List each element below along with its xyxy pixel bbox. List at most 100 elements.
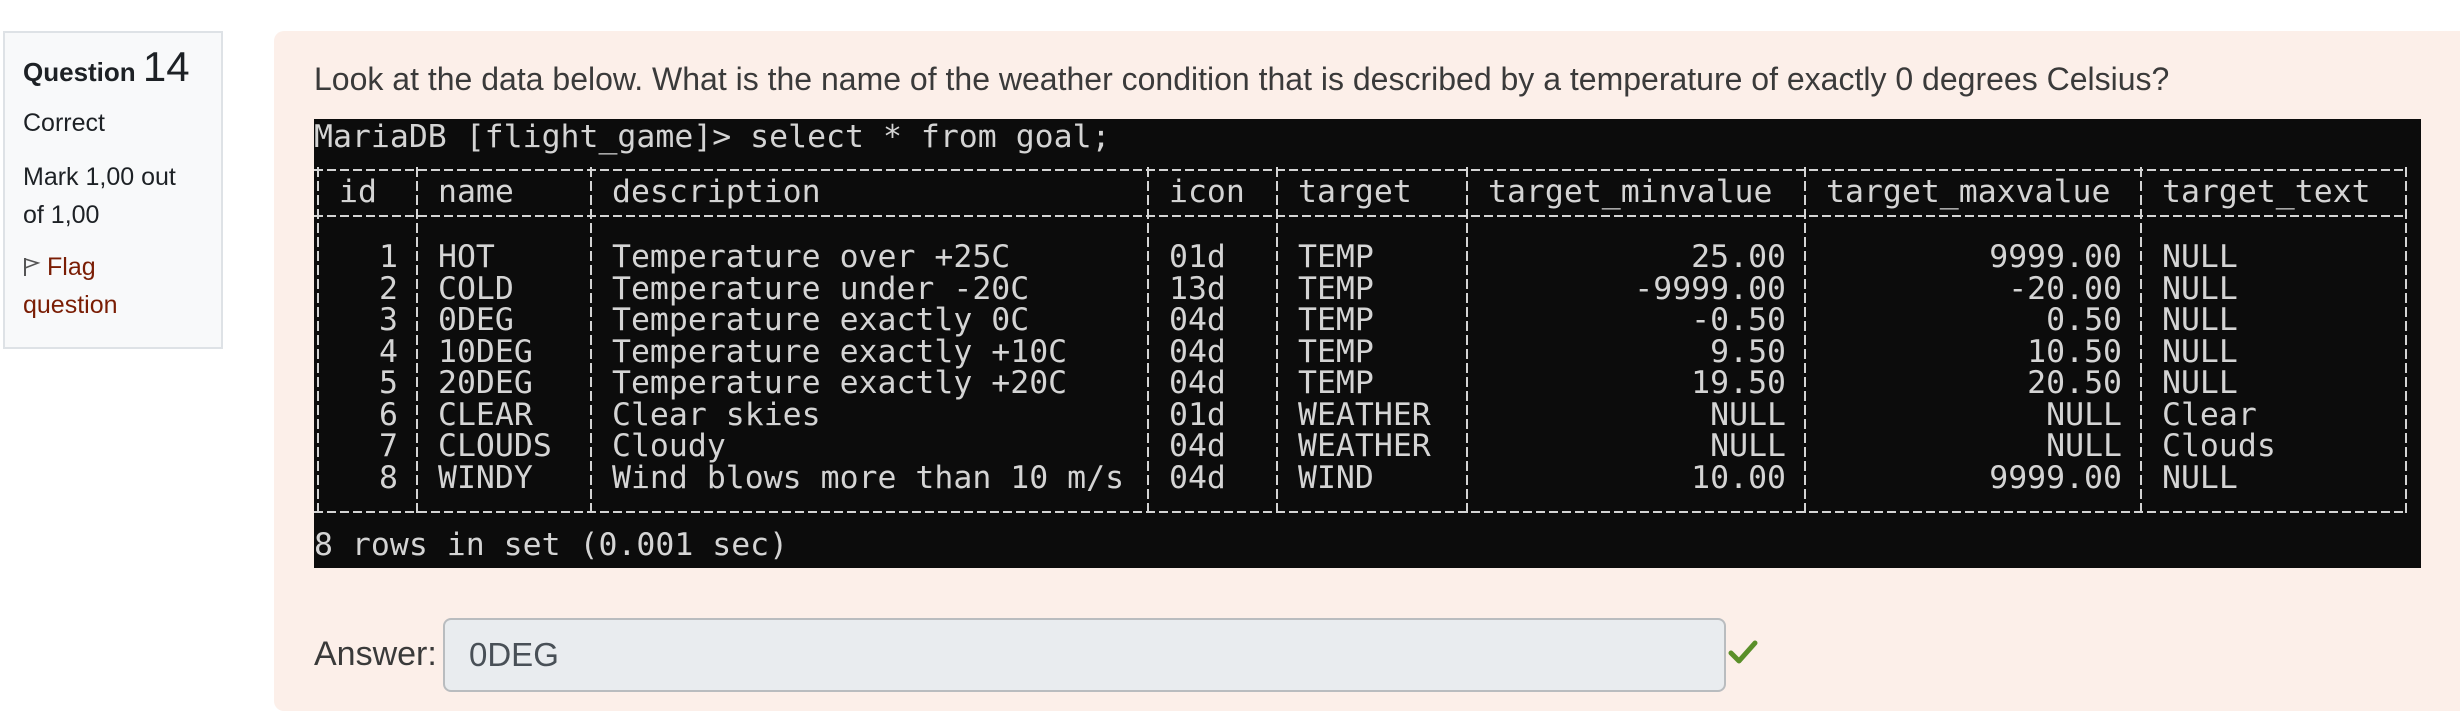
table-cell-icon: 13d — [1169, 271, 1226, 307]
table-cell-id: 1 — [379, 239, 398, 275]
flag-label-line-1[interactable]: Flag — [47, 253, 96, 281]
table-cell-icon: 01d — [1169, 239, 1226, 275]
table-cell-icon: 01d — [1169, 397, 1226, 433]
table-cell-target-maxvalue: NULL — [2046, 428, 2122, 464]
flag-question-link[interactable]: Flag question — [23, 248, 203, 324]
answer-label: Answer: — [314, 635, 437, 673]
question-formulation: Look at the data below. What is the name… — [274, 31, 2460, 711]
table-cell-target-maxvalue: NULL — [2046, 397, 2122, 433]
table-cell-target-minvalue: 19.50 — [1691, 365, 1786, 401]
table-cell-target: WEATHER — [1298, 428, 1431, 464]
terminal-footer: 8 rows in set (0.001 sec) — [314, 527, 789, 563]
table-border-vertical — [1276, 167, 1278, 517]
table-cell-target-minvalue: 25.00 — [1691, 239, 1786, 275]
result-table: id name description icon target target_minval… — [314, 167, 2421, 517]
question-number: 14 — [142, 43, 190, 90]
table-cell-name: WINDY — [438, 460, 533, 496]
table-cell-icon: 04d — [1169, 365, 1226, 401]
table-cell-id: 3 — [379, 302, 398, 338]
table-cell-target-maxvalue: -20.00 — [2008, 271, 2122, 307]
table-cell-target-minvalue: 10.00 — [1691, 460, 1786, 496]
table-cell-description: Temperature over +25C — [612, 239, 1011, 275]
table-cell-target: TEMP — [1298, 271, 1374, 307]
terminal-command: MariaDB [flight_game]> select * from goa… — [314, 119, 1111, 155]
question-info-panel: Question 14 Correct Mark 1,00 out of 1,0… — [3, 31, 223, 349]
table-cell-target-minvalue: -0.50 — [1691, 302, 1786, 338]
table-border-vertical — [416, 167, 418, 517]
table-cell-name: CLEAR — [438, 397, 533, 433]
table-cell-description: Temperature exactly +20C — [612, 365, 1068, 401]
table-border-vertical — [2405, 167, 2407, 517]
table-border-vertical — [2140, 167, 2142, 517]
flag-label-line-2[interactable]: question — [23, 286, 203, 324]
table-cell-target: TEMP — [1298, 334, 1374, 370]
table-border-horizontal — [314, 215, 2407, 217]
table-cell-target-text: Clouds — [2162, 428, 2276, 464]
table-border-horizontal — [314, 169, 2407, 171]
table-cell-target-text: NULL — [2162, 271, 2238, 307]
table-cell-description: Wind blows more than 10 m/s — [612, 460, 1125, 496]
table-cell-name: HOT — [438, 239, 495, 275]
table-cell-target-text: NULL — [2162, 334, 2238, 370]
answer-input[interactable]: 0DEG — [443, 618, 1726, 692]
table-cell-name: 20DEG — [438, 365, 533, 401]
table-cell-target-minvalue: NULL — [1710, 397, 1786, 433]
table-cell-target-minvalue: NULL — [1710, 428, 1786, 464]
table-cell-target-maxvalue: 9999.00 — [1989, 460, 2122, 496]
table-border-vertical — [590, 167, 592, 517]
table-header-description: description — [612, 174, 821, 210]
grade-line-2: of 1,00 — [23, 201, 100, 229]
table-cell-description: Temperature under -20C — [612, 271, 1030, 307]
table-cell-description: Temperature exactly +10C — [612, 334, 1068, 370]
table-header-icon: icon — [1169, 174, 1245, 210]
table-cell-id: 2 — [379, 271, 398, 307]
table-cell-icon: 04d — [1169, 460, 1226, 496]
flag-icon — [24, 258, 41, 276]
terminal-screenshot: MariaDB [flight_game]> select * from goa… — [314, 119, 2421, 568]
table-cell-target-minvalue: -9999.00 — [1634, 271, 1786, 307]
table-border-horizontal — [314, 511, 2407, 513]
table-cell-target-text: NULL — [2162, 365, 2238, 401]
grade-line-1: Mark 1,00 out — [23, 163, 176, 191]
table-cell-name: COLD — [438, 271, 514, 307]
check-icon — [1728, 640, 1758, 664]
table-cell-target: WIND — [1298, 460, 1374, 496]
table-cell-id: 7 — [379, 428, 398, 464]
table-header-target-text: target_text — [2162, 174, 2371, 210]
table-border-vertical — [1147, 167, 1149, 517]
question-number-heading: Question 14 — [23, 46, 203, 88]
table-cell-description: Temperature exactly 0C — [612, 302, 1030, 338]
table-cell-target: TEMP — [1298, 239, 1374, 275]
table-border-vertical — [1466, 167, 1468, 517]
table-cell-id: 5 — [379, 365, 398, 401]
table-header-target-minvalue: target_minvalue — [1488, 174, 1773, 210]
table-cell-name: CLOUDS — [438, 428, 552, 464]
table-cell-icon: 04d — [1169, 428, 1226, 464]
table-cell-id: 4 — [379, 334, 398, 370]
question-label: Question — [23, 57, 136, 87]
table-cell-description: Cloudy — [612, 428, 726, 464]
table-cell-target-maxvalue: 0.50 — [2046, 302, 2122, 338]
table-cell-id: 6 — [379, 397, 398, 433]
table-cell-id: 8 — [379, 460, 398, 496]
table-cell-target-text: NULL — [2162, 302, 2238, 338]
table-cell-target-text: Clear — [2162, 397, 2257, 433]
question-state: Correct — [23, 109, 105, 137]
table-cell-icon: 04d — [1169, 334, 1226, 370]
table-header-target: target — [1298, 174, 1412, 210]
table-cell-target-minvalue: 9.50 — [1710, 334, 1786, 370]
table-border-vertical — [1804, 167, 1806, 517]
table-cell-target: WEATHER — [1298, 397, 1431, 433]
table-cell-target: TEMP — [1298, 365, 1374, 401]
table-cell-name: 0DEG — [438, 302, 514, 338]
table-cell-icon: 04d — [1169, 302, 1226, 338]
table-cell-target-maxvalue: 9999.00 — [1989, 239, 2122, 275]
table-cell-target-maxvalue: 10.50 — [2027, 334, 2122, 370]
table-cell-target-maxvalue: 20.50 — [2027, 365, 2122, 401]
table-header-id: id — [339, 174, 377, 210]
table-border-vertical — [317, 167, 319, 517]
table-header-target-maxvalue: target_maxvalue — [1826, 174, 2111, 210]
table-cell-target: TEMP — [1298, 302, 1374, 338]
question-grade: Mark 1,00 out of 1,00 — [23, 158, 203, 234]
question-text: Look at the data below. What is the name… — [314, 61, 2170, 97]
